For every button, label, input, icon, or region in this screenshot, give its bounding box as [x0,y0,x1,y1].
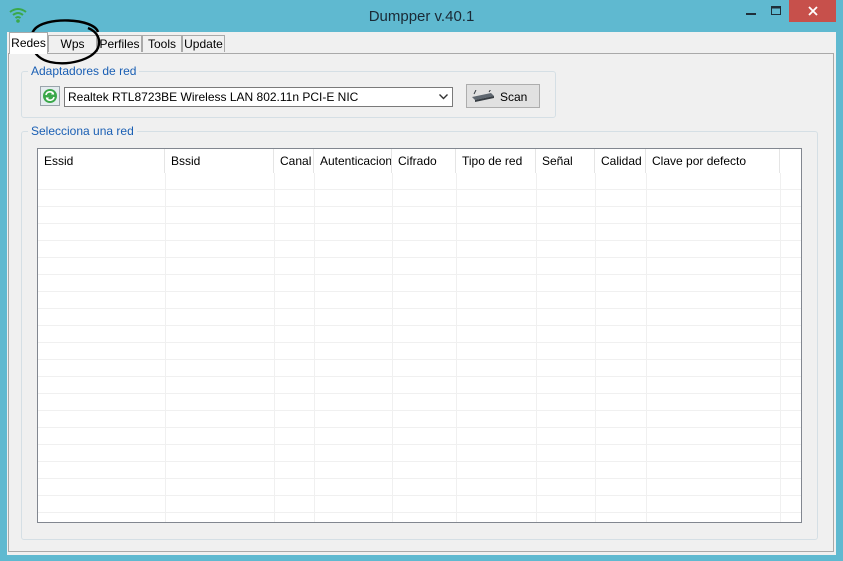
adapter-select-value: Realtek RTL8723BE Wireless LAN 802.11n P… [68,90,359,104]
scan-button-label: Scan [500,90,528,104]
grid-row-line [38,189,801,190]
column-header-calidad[interactable]: Calidad [595,149,646,173]
grid-row-line [38,444,801,445]
networks-group-label: Selecciona una red [28,124,137,138]
grid-row-line [38,461,801,462]
grid-column-line [780,173,781,522]
chevron-down-icon [439,94,448,100]
grid-row-line [38,512,801,513]
refresh-icon [43,89,57,103]
minimize-button[interactable] [738,0,764,22]
tab-wps[interactable]: Wps [48,35,97,52]
grid-column-line [646,173,647,522]
networks-list-header: Essid Bssid Canal Autenticacion Cifrado … [38,149,801,173]
grid-column-line [274,173,275,522]
grid-row-line [38,478,801,479]
grid-row-line [38,376,801,377]
grid-column-line [536,173,537,522]
grid-row-line [38,240,801,241]
column-header-filler [780,149,801,173]
grid-row-line [38,359,801,360]
grid-row-line [38,206,801,207]
grid-row-line [38,223,801,224]
grid-row-line [38,342,801,343]
adapter-select[interactable]: Realtek RTL8723BE Wireless LAN 802.11n P… [64,87,453,107]
column-header-essid[interactable]: Essid [38,149,165,173]
tab-update[interactable]: Update [182,35,225,52]
title-bar[interactable]: Dumpper v.40.1 [0,0,843,32]
close-icon [807,6,818,16]
tab-tools[interactable]: Tools [142,35,182,52]
column-header-tipo-de-red[interactable]: Tipo de red [456,149,536,173]
grid-row-line [38,495,801,496]
grid-column-line [456,173,457,522]
grid-row-line [38,393,801,394]
column-header-autenticacion[interactable]: Autenticacion [314,149,392,173]
grid-row-line [38,291,801,292]
minimize-icon [746,13,756,15]
grid-row-line [38,325,801,326]
grid-row-line [38,274,801,275]
scan-button[interactable]: Scan [466,84,540,108]
column-header-bssid[interactable]: Bssid [165,149,274,173]
grid-row-line [38,257,801,258]
maximize-button[interactable] [764,0,788,22]
grid-column-line [314,173,315,522]
grid-row-line [38,410,801,411]
column-header-canal[interactable]: Canal [274,149,314,173]
grid-column-line [392,173,393,522]
grid-column-line [165,173,166,522]
grid-row-line [38,308,801,309]
app-window: Dumpper v.40.1 Redes Wps Perfiles Tools … [0,0,843,561]
refresh-adapters-button[interactable] [40,86,60,106]
adapters-group-label: Adaptadores de red [28,64,140,78]
column-header-cifrado[interactable]: Cifrado [392,149,456,173]
grid-column-line [595,173,596,522]
networks-grid [38,173,801,522]
networks-list[interactable]: Essid Bssid Canal Autenticacion Cifrado … [37,148,802,523]
maximize-icon [771,6,781,15]
column-header-clave-por-defecto[interactable]: Clave por defecto [646,149,780,173]
router-icon [472,90,494,102]
window-title: Dumpper v.40.1 [368,8,475,25]
column-header-senal[interactable]: Señal [536,149,595,173]
tab-redes[interactable]: Redes [9,32,48,54]
tab-perfiles[interactable]: Perfiles [97,35,142,52]
grid-row-line [38,427,801,428]
tab-bar: Redes Wps Perfiles Tools Update [7,32,836,54]
close-button[interactable] [789,0,836,22]
